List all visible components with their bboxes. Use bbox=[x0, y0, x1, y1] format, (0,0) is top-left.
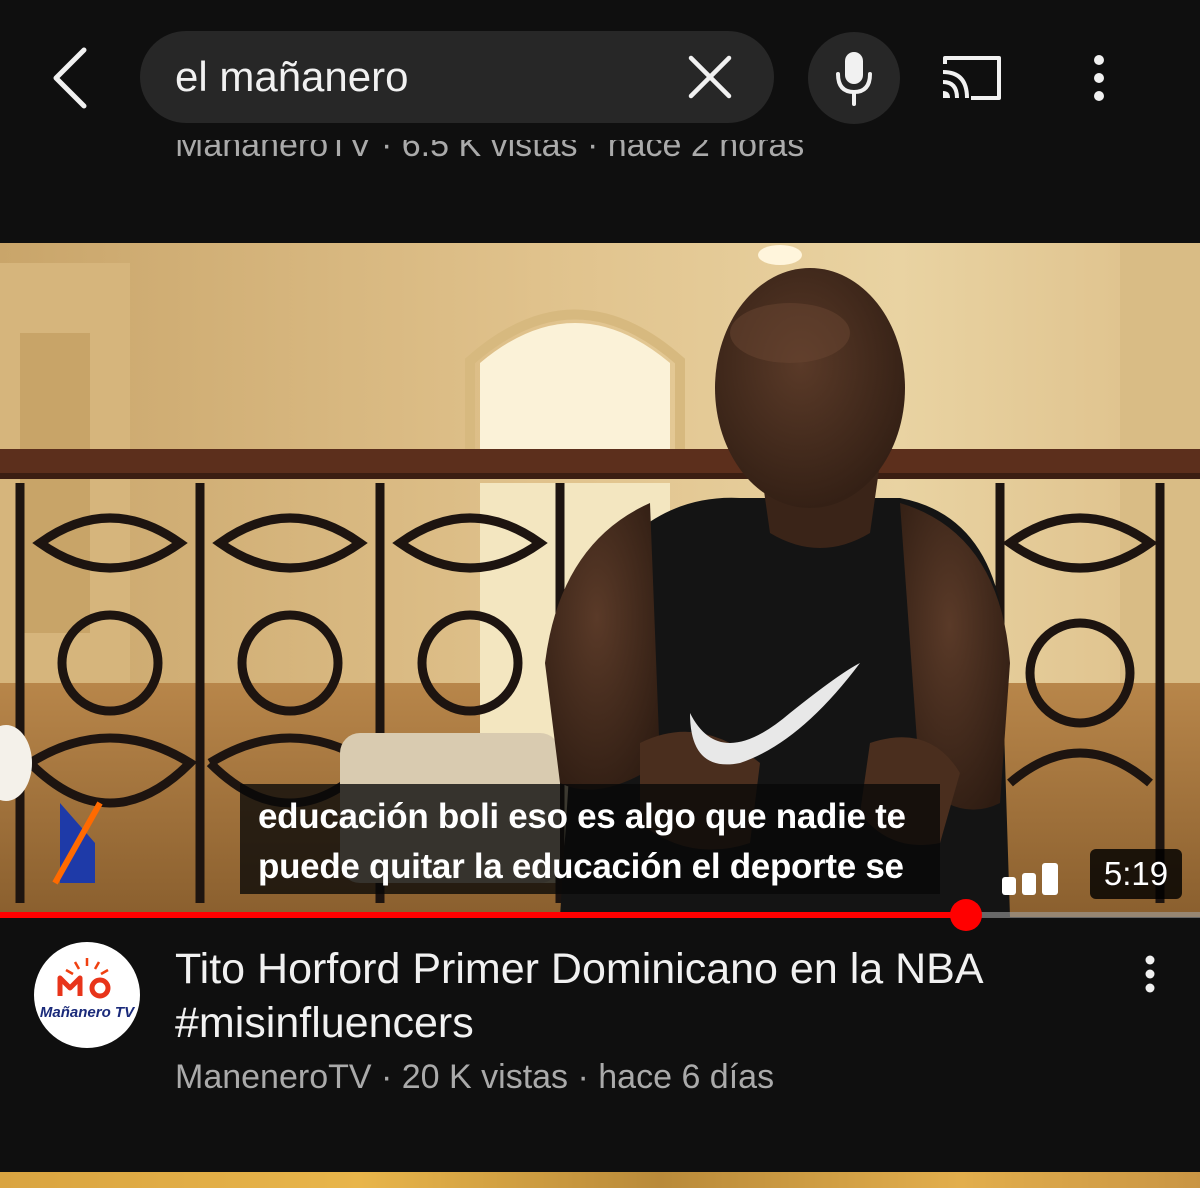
chevron-left-icon bbox=[53, 47, 87, 109]
voice-search-button[interactable] bbox=[808, 32, 900, 124]
microphone-icon bbox=[836, 52, 872, 106]
next-video-thumbnail[interactable] bbox=[0, 1172, 1200, 1188]
watch-progress-handle[interactable] bbox=[950, 899, 982, 931]
video-thumbnail[interactable]: educación boli eso es algo que nadie te … bbox=[0, 243, 1200, 917]
video-duration-badge: 5:19 bbox=[1090, 849, 1182, 899]
video-action-menu-button[interactable] bbox=[1128, 944, 1172, 1004]
watch-progress-bar bbox=[0, 899, 1200, 931]
close-icon bbox=[688, 55, 732, 99]
video-meta: ManeneroTV · 20 K vistas · hace 6 días bbox=[175, 1058, 775, 1096]
closed-caption: educación boli eso es algo que nadie te … bbox=[240, 784, 940, 894]
back-button[interactable] bbox=[40, 40, 100, 116]
watch-progress-fill bbox=[0, 912, 966, 918]
channel-avatar-text: Mañanero TV bbox=[39, 1004, 135, 1021]
youtube-search-results: ManañeroTV · 6.5 K vistas · hace 2 horas… bbox=[0, 0, 1200, 1188]
more-vertical-icon bbox=[1145, 955, 1155, 993]
channel-avatar[interactable]: Mañanero TV bbox=[34, 942, 140, 1048]
clear-search-button[interactable] bbox=[680, 47, 740, 107]
cast-icon bbox=[942, 56, 1001, 100]
caption-line-1: educación boli eso es algo que nadie te bbox=[258, 797, 906, 836]
audio-bars-icon bbox=[1002, 863, 1058, 895]
search-header: el mañanero bbox=[0, 0, 1200, 140]
video-title[interactable]: Tito Horford Primer Dominicano en la NBA… bbox=[175, 942, 1095, 1050]
cast-button[interactable] bbox=[936, 48, 1006, 108]
more-vertical-icon bbox=[1094, 55, 1104, 101]
more-options-button[interactable] bbox=[1074, 46, 1124, 110]
channel-logo-icon bbox=[57, 958, 111, 999]
video-title-line-2: #misinfluencers bbox=[175, 999, 474, 1047]
search-input[interactable]: el mañanero bbox=[140, 31, 774, 123]
search-query: el mañanero bbox=[175, 53, 409, 100]
caption-line-2: puede quitar la educación el deporte se bbox=[258, 847, 904, 886]
video-title-line-1: Tito Horford Primer Dominicano en la NBA bbox=[175, 945, 984, 993]
